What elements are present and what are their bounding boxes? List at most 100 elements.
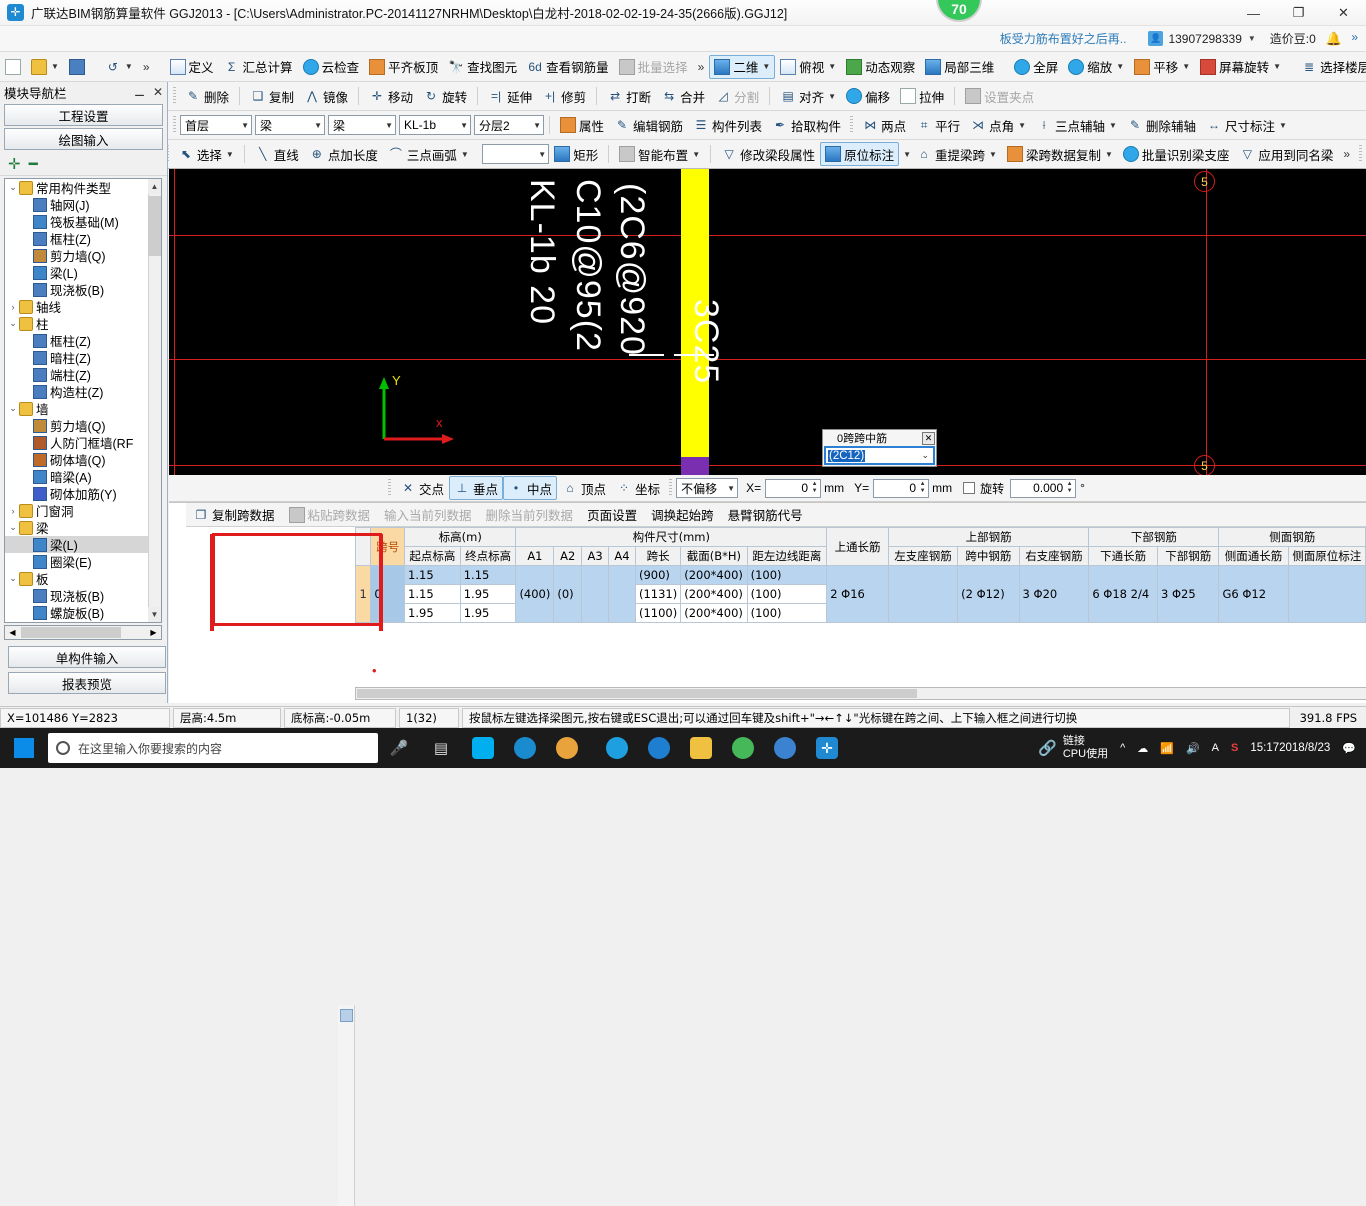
subheader-10[interactable]: 跨中钢筋	[957, 546, 1020, 566]
point-add-length-button[interactable]: ⊕ 点加长度	[304, 142, 383, 166]
scroll-left-icon[interactable]: ◀	[6, 626, 19, 639]
table-hscroll-thumb[interactable]	[357, 689, 917, 698]
tree-item-26[interactable]: 柱帽(V)	[5, 621, 150, 622]
delete-aux-axis-button[interactable]: ✎ 删除辅轴	[1122, 113, 1201, 137]
snap-midpoint-button[interactable]: • 中点	[503, 476, 558, 500]
top-through-cell[interactable]: 2 Φ16	[826, 565, 889, 623]
rotate-button[interactable]: ↻ 旋转	[418, 84, 472, 108]
delete-button[interactable]: ✎ 删除	[180, 84, 234, 108]
smart-layout-button[interactable]: 智能布置 ▼	[614, 142, 705, 166]
chevron-down-icon[interactable]: ⌄	[7, 403, 19, 414]
subheader-8[interactable]: 距左边线距离	[746, 546, 828, 566]
cloud-check-button[interactable]: 云检查	[298, 55, 365, 79]
side-inplace-cell[interactable]	[1287, 565, 1366, 623]
mid-span-cell[interactable]: (2 Φ12)	[957, 565, 1020, 623]
full-screen-button[interactable]: 全屏	[1009, 55, 1063, 79]
flat-slab-top-button[interactable]: 平齐板顶	[364, 55, 443, 79]
close-icon[interactable]: ✕	[922, 431, 935, 445]
notice-text[interactable]: 板受力筋布置好之后再..	[1000, 30, 1127, 47]
tree-item-17[interactable]: 暗梁(A)	[5, 468, 150, 485]
summary-calc-button[interactable]: Σ 汇总计算	[219, 55, 298, 79]
snap-coordinate-button[interactable]: ⁘ 坐标	[611, 476, 665, 500]
snapbar-grip[interactable]	[669, 479, 673, 497]
end-elev-cell[interactable]: 1.95	[459, 603, 517, 623]
google-icon[interactable]	[764, 728, 806, 768]
move-button[interactable]: ✛ 移动	[364, 84, 418, 108]
spinner-icon[interactable]: ▲ ▼	[1065, 481, 1074, 496]
header-top-rebar-group[interactable]: 上部钢筋	[887, 527, 1090, 547]
merge-button[interactable]: ⇆ 合并	[656, 84, 710, 108]
subheader-7[interactable]: 截面(B*H)	[680, 546, 748, 566]
project-settings-button[interactable]: 工程设置	[4, 104, 163, 126]
table-hscrollbar[interactable]	[355, 687, 1366, 700]
tree-item-4[interactable]: 剪力墙(Q)	[5, 247, 150, 264]
header-top-through[interactable]: 上通长筋	[826, 527, 889, 566]
snap-perpendicular-button[interactable]: ⊥ 垂点	[449, 476, 504, 500]
bottom-rebar-cell[interactable]: 3 Φ25	[1157, 565, 1220, 623]
remove-icon[interactable]: ━	[29, 155, 38, 173]
search-input[interactable]: 在这里输入你要搜索的内容	[48, 733, 378, 763]
bell-icon[interactable]: 🔔	[1326, 31, 1342, 47]
rectangle-button[interactable]: 矩形	[549, 142, 603, 166]
chevron-right-icon[interactable]: ›	[7, 506, 19, 516]
tree-item-19[interactable]: › 门窗洞	[5, 502, 150, 519]
firefox-icon[interactable]	[546, 728, 588, 768]
table-panel-icon[interactable]	[339, 1009, 353, 1022]
status-badge[interactable]: 70	[936, 0, 982, 22]
hscroll-thumb[interactable]	[21, 627, 121, 638]
copy-span-data-button[interactable]: 梁跨数据复制 ▼	[1002, 142, 1118, 166]
toolbar-grip[interactable]	[850, 116, 854, 134]
paste-span-data-tool[interactable]: 粘贴跨数据	[282, 504, 378, 526]
edge-legacy-icon[interactable]	[504, 728, 546, 768]
start-elev-cell[interactable]: 1.95	[404, 603, 461, 623]
cantilever-code-tool[interactable]: 悬臂钢筋代号	[721, 504, 810, 526]
subheader-1[interactable]: 终点标高	[459, 546, 517, 566]
volume-icon[interactable]: 🔊	[1180, 742, 1206, 755]
start-elev-cell[interactable]: 1.15	[404, 565, 461, 585]
table-viewport[interactable]: 跨号 标高(m) 构件尺寸(mm) 上通长筋 上部钢筋 下部钢筋 侧面钢筋 起点标高 终点标高 A…	[355, 527, 1366, 687]
three-point-arc-button[interactable]: ⌒ 三点画弧 ▼	[383, 142, 474, 166]
edge-icon[interactable]	[638, 728, 680, 768]
a1-cell[interactable]: (400)	[515, 565, 555, 623]
two-point-button[interactable]: ⋈ 两点	[857, 113, 911, 137]
subheader-2[interactable]: A1	[515, 546, 555, 566]
page-setup-tool[interactable]: 页面设置	[580, 504, 644, 526]
tree-item-21[interactable]: 梁(L)	[5, 536, 150, 553]
ie-icon[interactable]	[596, 728, 638, 768]
table-row[interactable]: 101.151.15(400)(0)(900)(200*400)(100)2 Φ…	[355, 565, 1366, 623]
tree-item-3[interactable]: 框柱(Z)	[5, 230, 150, 247]
add-icon[interactable]: ✛	[8, 155, 21, 173]
tree-item-2[interactable]: 筏板基础(M)	[5, 213, 150, 230]
dist-left-cell[interactable]: (100)	[746, 584, 828, 604]
dist-left-cell[interactable]: (100)	[746, 603, 828, 623]
toolbar4-overflow[interactable]: »	[1338, 147, 1355, 161]
subheader-4[interactable]: A3	[581, 546, 610, 566]
scroll-down-icon[interactable]: ▼	[148, 607, 161, 622]
parallel-button[interactable]: ⌗ 平行	[911, 113, 965, 137]
tree-item-1[interactable]: 轴网(J)	[5, 196, 150, 213]
a4-cell[interactable]	[608, 565, 636, 623]
mirror-button[interactable]: ⋀ 镜像	[299, 84, 353, 108]
subheader-15[interactable]: 侧面原位标注	[1287, 546, 1366, 566]
scroll-up-icon[interactable]: ▲	[148, 179, 161, 194]
scroll-right-icon[interactable]: ▶	[147, 626, 160, 639]
select-floor-button[interactable]: ≣ 选择楼层	[1296, 55, 1366, 79]
define-button[interactable]: 定义	[165, 55, 219, 79]
draw-mode-combo[interactable]: ▼	[481, 144, 550, 164]
section-cell[interactable]: (200*400)	[680, 584, 748, 604]
drawing-canvas[interactable]: KL-1b 20 C10@95(2 (2C6@920 3C25 Y x 5 5 …	[169, 169, 1366, 475]
tree-item-11[interactable]: 端柱(Z)	[5, 366, 150, 383]
pin-icon[interactable]: ⚊	[134, 85, 145, 99]
line-button[interactable]: ╲ 直线	[250, 142, 304, 166]
dimension-button[interactable]: ↔ 尺寸标注 ▼	[1201, 113, 1292, 137]
tree-scrollbar[interactable]: ▲ ▼	[148, 179, 161, 622]
dist-left-cell[interactable]: (100)	[746, 565, 828, 585]
snapbar-grip[interactable]	[388, 479, 391, 497]
floor-combo[interactable]: 首层 ▼	[180, 115, 252, 135]
tree-item-5[interactable]: 梁(L)	[5, 264, 150, 281]
undo-button[interactable]: ↺ ▼	[100, 55, 138, 79]
chevron-down-icon[interactable]: ⌄	[7, 522, 19, 533]
language-icon[interactable]: A	[1206, 742, 1225, 754]
re-pick-span-button[interactable]: ⌂ 重提梁跨 ▼	[911, 142, 1002, 166]
tree-item-9[interactable]: 框柱(Z)	[5, 332, 150, 349]
